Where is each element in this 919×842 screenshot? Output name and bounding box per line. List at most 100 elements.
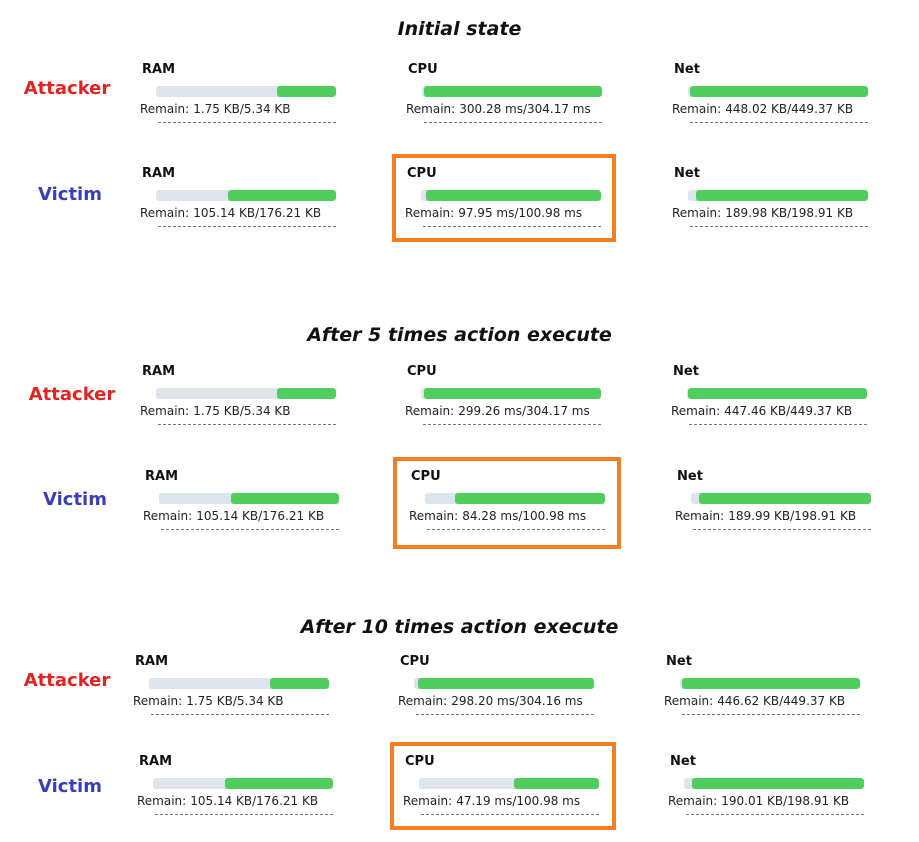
attacker-row: Attacker RAM Remain: 1.75 KB/5.34 KB CPU …: [0, 360, 919, 440]
remain-value: 1.75 KB/5.34 KB: [186, 694, 284, 708]
progress-bar: [688, 190, 868, 201]
meter-label: RAM: [142, 166, 176, 181]
victim-label: Victim: [43, 489, 107, 510]
remain-value: 189.99 KB/198.91 KB: [728, 509, 857, 523]
remain-text: Remain: 1.75 KB/5.34 KB: [140, 102, 291, 116]
cpu-highlight-box: [393, 457, 621, 549]
remain-value: 105.14 KB/176.21 KB: [196, 509, 325, 523]
dashed-underline: [158, 424, 336, 425]
victim-label: Victim: [38, 184, 102, 205]
attacker-label: Attacker: [28, 384, 116, 405]
progress-fill: [692, 778, 864, 789]
net-meter: Net Remain: 448.02 KB/449.37 KB: [672, 62, 868, 134]
ram-meter: RAM Remain: 1.75 KB/5.34 KB: [140, 62, 336, 134]
progress-fill: [687, 388, 867, 399]
remain-text: Remain: 447.46 KB/449.37 KB: [671, 404, 852, 418]
progress-fill: [423, 86, 602, 97]
remain-value: 105.14 KB/176.21 KB: [193, 206, 322, 220]
remain-label: Remain:: [675, 509, 725, 523]
progress-fill: [276, 388, 336, 399]
section-title: After 5 times action execute: [307, 324, 612, 346]
remain-value: 1.75 KB/5.34 KB: [193, 404, 291, 418]
remain-value: 446.62 KB/449.37 KB: [717, 694, 846, 708]
meter-label: RAM: [142, 364, 176, 379]
meter-label: Net: [670, 754, 696, 769]
section-title: After 10 times action execute: [300, 616, 619, 638]
net-meter: Net Remain: 190.01 KB/198.91 KB: [668, 754, 864, 826]
dashed-underline: [690, 122, 868, 123]
remain-text: Remain: 448.02 KB/449.37 KB: [672, 102, 853, 116]
remain-text: Remain: 105.14 KB/176.21 KB: [137, 794, 318, 808]
progress-fill: [225, 778, 333, 789]
progress-fill: [231, 493, 339, 504]
dashed-underline: [682, 714, 860, 715]
remain-text: Remain: 105.14 KB/176.21 KB: [143, 509, 324, 523]
progress-bar: [687, 388, 867, 399]
remain-value: 189.98 KB/198.91 KB: [725, 206, 854, 220]
attacker-row: Attacker RAM Remain: 1.75 KB/5.34 KB CPU …: [0, 58, 919, 138]
ram-meter: RAM Remain: 105.14 KB/176.21 KB: [140, 166, 336, 238]
remain-text: Remain: 189.99 KB/198.91 KB: [675, 509, 856, 523]
cpu-meter: CPU Remain: 299.26 ms/304.17 ms: [405, 364, 601, 436]
attacker-label: Attacker: [23, 78, 111, 99]
progress-fill: [269, 678, 329, 689]
progress-bar: [149, 678, 329, 689]
progress-fill: [276, 86, 336, 97]
progress-bar: [159, 493, 339, 504]
remain-text: Remain: 190.01 KB/198.91 KB: [668, 794, 849, 808]
meter-label: Net: [674, 62, 700, 77]
net-meter: Net Remain: 189.98 KB/198.91 KB: [672, 166, 868, 238]
section-title: Initial state: [397, 18, 522, 40]
progress-bar: [680, 678, 860, 689]
meter-label: CPU: [408, 62, 438, 77]
net-meter: Net Remain: 189.99 KB/198.91 KB: [675, 469, 871, 541]
ram-meter: RAM Remain: 105.14 KB/176.21 KB: [137, 754, 333, 826]
progress-fill: [417, 678, 594, 689]
meter-label: Net: [677, 469, 703, 484]
remain-text: Remain: 1.75 KB/5.34 KB: [133, 694, 284, 708]
remain-label: Remain:: [398, 694, 448, 708]
ram-meter: RAM Remain: 1.75 KB/5.34 KB: [140, 364, 336, 436]
meter-label: CPU: [407, 364, 437, 379]
dashed-underline: [155, 814, 333, 815]
remain-label: Remain:: [140, 404, 190, 418]
meter-label: RAM: [139, 754, 173, 769]
remain-label: Remain:: [140, 102, 190, 116]
remain-value: 300.28 ms/304.17 ms: [459, 102, 591, 116]
progress-bar: [421, 388, 601, 399]
progress-fill: [228, 190, 336, 201]
remain-text: Remain: 300.28 ms/304.17 ms: [406, 102, 591, 116]
remain-label: Remain:: [672, 206, 722, 220]
dashed-underline: [689, 424, 867, 425]
ram-meter: RAM Remain: 1.75 KB/5.34 KB: [133, 654, 329, 726]
dashed-underline: [416, 714, 594, 715]
remain-label: Remain:: [137, 794, 187, 808]
remain-text: Remain: 298.20 ms/304.16 ms: [398, 694, 583, 708]
remain-text: Remain: 446.62 KB/449.37 KB: [664, 694, 845, 708]
dashed-underline: [424, 122, 602, 123]
meter-label: RAM: [145, 469, 179, 484]
net-meter: Net Remain: 447.46 KB/449.37 KB: [671, 364, 867, 436]
progress-bar: [156, 86, 336, 97]
cpu-highlight-box: [390, 742, 616, 830]
remain-value: 447.46 KB/449.37 KB: [724, 404, 853, 418]
remain-label: Remain:: [143, 509, 193, 523]
cpu-highlight-box: [392, 154, 616, 242]
progress-fill: [423, 388, 601, 399]
progress-bar: [153, 778, 333, 789]
remain-text: Remain: 189.98 KB/198.91 KB: [672, 206, 853, 220]
remain-value: 190.01 KB/198.91 KB: [721, 794, 850, 808]
meter-label: Net: [666, 654, 692, 669]
meter-label: RAM: [135, 654, 169, 669]
remain-text: Remain: 299.26 ms/304.17 ms: [405, 404, 590, 418]
remain-label: Remain:: [671, 404, 721, 418]
remain-label: Remain:: [405, 404, 455, 418]
remain-value: 298.20 ms/304.16 ms: [451, 694, 583, 708]
remain-text: Remain: 105.14 KB/176.21 KB: [140, 206, 321, 220]
attacker-row: Attacker RAM Remain: 1.75 KB/5.34 KB CPU …: [0, 650, 919, 730]
progress-bar: [684, 778, 864, 789]
dashed-underline: [693, 529, 871, 530]
remain-value: 1.75 KB/5.34 KB: [193, 102, 291, 116]
remain-value: 448.02 KB/449.37 KB: [725, 102, 854, 116]
progress-bar: [156, 190, 336, 201]
